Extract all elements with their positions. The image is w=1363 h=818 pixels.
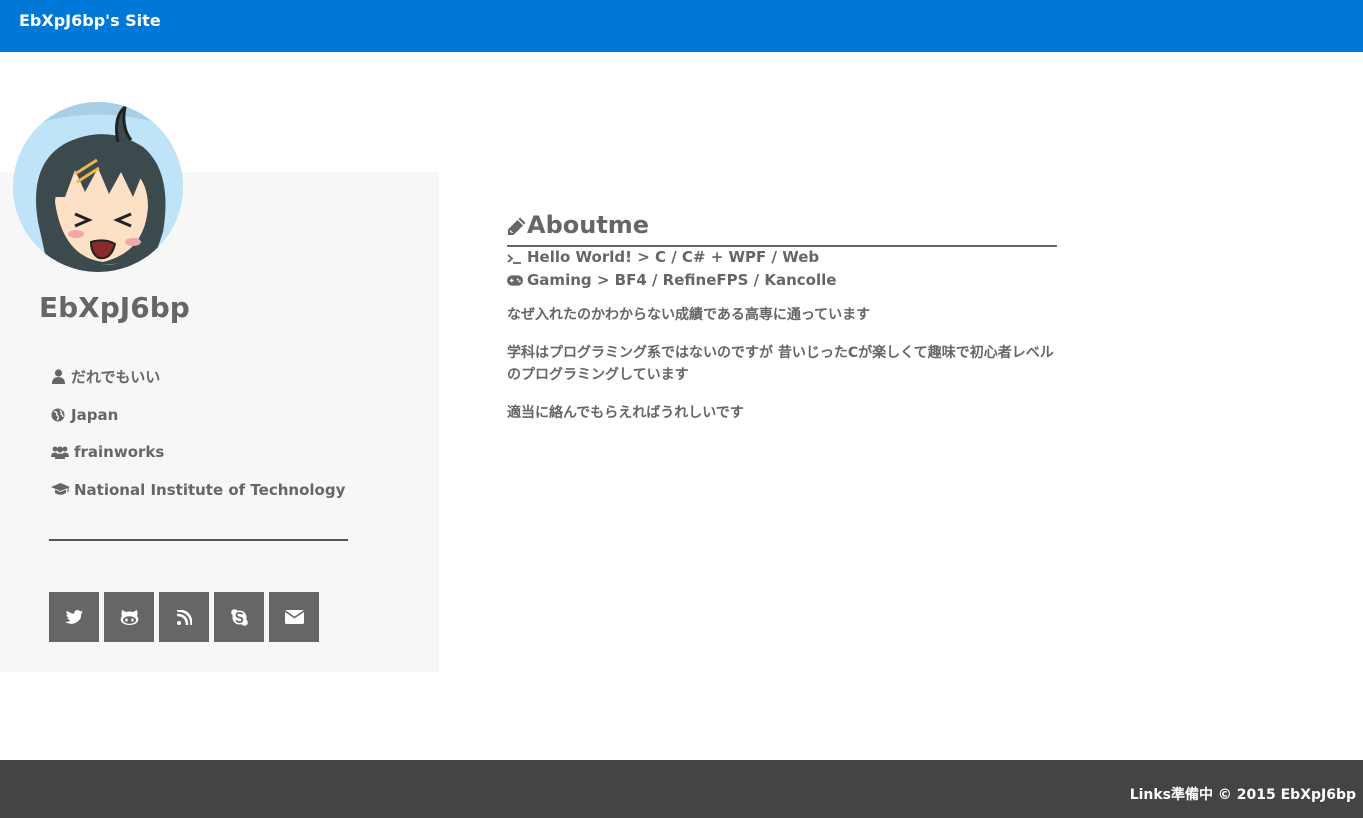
about-heading-label: Aboutme bbox=[527, 210, 650, 239]
interest-label: Hello World! > C / C# + WPF / Web bbox=[527, 248, 820, 266]
about-paragraph: 学科はプログラミング系ではないのですが 昔いじったCが楽しくて趣味で初心者レベル… bbox=[507, 345, 1054, 383]
avatar bbox=[13, 102, 183, 272]
gamepad-icon bbox=[507, 275, 523, 286]
skype-button[interactable] bbox=[214, 592, 264, 642]
avatar-image bbox=[13, 102, 183, 272]
info-item-location: Japan bbox=[49, 396, 345, 434]
github-icon bbox=[120, 610, 138, 625]
info-item-label: National Institute of Technology bbox=[74, 480, 346, 499]
about-paragraph: 適当に絡んでもらえればうれしいです bbox=[507, 405, 744, 421]
rss-button[interactable] bbox=[159, 592, 209, 642]
twitter-button[interactable] bbox=[49, 592, 99, 642]
interest-gaming: Gaming > BF4 / RefineFPS / Kancolle bbox=[507, 269, 836, 292]
info-item-label: だれでもいい bbox=[71, 368, 161, 387]
user-icon bbox=[49, 368, 67, 386]
rss-icon bbox=[176, 609, 192, 625]
graduation-cap-icon bbox=[49, 481, 71, 499]
pencil-icon bbox=[507, 217, 526, 236]
info-item-label: frainworks bbox=[74, 443, 165, 462]
email-button[interactable] bbox=[269, 592, 319, 642]
terminal-icon bbox=[507, 252, 523, 264]
footer: Links準備中 © 2015 EbXpJ6bp bbox=[0, 760, 1363, 818]
github-button[interactable] bbox=[104, 592, 154, 642]
info-item-name: だれでもいい bbox=[49, 358, 345, 396]
top-navbar: EbXpJ6bp's Site bbox=[0, 0, 1363, 52]
about-heading: Aboutme bbox=[507, 211, 1057, 247]
site-title-link[interactable]: EbXpJ6bp's Site bbox=[19, 11, 161, 30]
profile-name: EbXpJ6bp bbox=[39, 291, 190, 324]
envelope-icon bbox=[284, 610, 304, 624]
profile-info-list: だれでもいい Japan frainworks National Institu… bbox=[49, 358, 345, 509]
info-item-school: National Institute of Technology bbox=[49, 471, 345, 509]
about-paragraph: なぜ入れたのかわからない成績である高専に通っています bbox=[507, 307, 871, 323]
info-item-label: Japan bbox=[71, 405, 119, 424]
sidebar-divider bbox=[49, 539, 348, 541]
users-icon bbox=[49, 443, 71, 461]
footer-text: Links準備中 © 2015 EbXpJ6bp bbox=[1129, 787, 1356, 803]
info-item-group: frainworks bbox=[49, 433, 345, 471]
about-interests: Hello World! > C / C# + WPF / Web Gaming… bbox=[507, 246, 836, 292]
interest-label: Gaming > BF4 / RefineFPS / Kancolle bbox=[527, 271, 837, 289]
skype-icon bbox=[230, 608, 248, 626]
globe-icon bbox=[49, 406, 67, 424]
twitter-icon bbox=[65, 609, 83, 624]
interest-programming: Hello World! > C / C# + WPF / Web bbox=[507, 246, 836, 269]
social-links bbox=[49, 592, 319, 642]
